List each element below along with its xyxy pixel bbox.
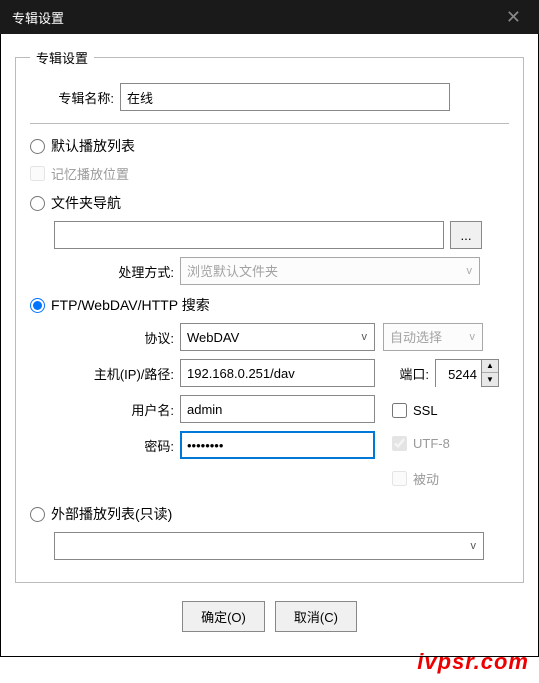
separator: [30, 123, 509, 124]
cancel-button[interactable]: 取消(C): [275, 601, 357, 632]
folder-nav-label: 文件夹导航: [51, 193, 121, 213]
user-label: 用户名:: [30, 400, 180, 419]
folder-nav-radio[interactable]: [30, 196, 45, 211]
external-playlist-radio[interactable]: [30, 507, 45, 522]
port-input[interactable]: [436, 360, 481, 388]
remember-position-checkbox: [30, 166, 45, 181]
ok-button[interactable]: 确定(O): [182, 601, 265, 632]
album-name-input[interactable]: [120, 83, 450, 111]
port-down-button[interactable]: ▼: [482, 373, 498, 386]
folder-path-input[interactable]: [54, 221, 444, 249]
method-label: 处理方式:: [30, 262, 180, 281]
port-up-button[interactable]: ▲: [482, 360, 498, 373]
passive-checkbox: [392, 471, 407, 486]
pass-label: 密码:: [30, 436, 180, 455]
protocol-select[interactable]: WebDAV: [180, 323, 375, 351]
close-icon[interactable]: ✕: [500, 7, 527, 28]
external-playlist-label: 外部播放列表(只读): [51, 504, 172, 524]
remember-position-label: 记忆播放位置: [51, 164, 129, 183]
remember-position-row: 记忆播放位置: [30, 164, 509, 183]
host-input[interactable]: [180, 359, 375, 387]
utf8-label: UTF-8: [413, 436, 450, 451]
user-input[interactable]: [180, 395, 375, 423]
passive-label: 被动: [413, 469, 439, 488]
default-playlist-radio[interactable]: [30, 139, 45, 154]
titlebar: 专辑设置 ✕: [0, 0, 539, 34]
pass-input[interactable]: [180, 431, 375, 459]
dialog-content: 专辑设置 专辑名称: 默认播放列表 记忆播放位置 文件夹导航 ... 处理方式:: [0, 34, 539, 657]
window-title: 专辑设置: [12, 8, 64, 27]
album-name-label: 专辑名称:: [30, 88, 120, 107]
fieldset-legend: 专辑设置: [30, 48, 94, 67]
ftp-radio[interactable]: [30, 298, 45, 313]
host-label: 主机(IP)/路径:: [30, 364, 180, 383]
protocol-label: 协议:: [30, 328, 180, 347]
utf8-checkbox: [392, 436, 407, 451]
ssl-label: SSL: [413, 403, 438, 418]
ssl-checkbox[interactable]: [392, 403, 407, 418]
port-spinner[interactable]: ▲ ▼: [435, 359, 499, 387]
external-select[interactable]: [54, 532, 484, 560]
default-playlist-label: 默认播放列表: [51, 136, 135, 156]
album-fieldset: 专辑设置 专辑名称: 默认播放列表 记忆播放位置 文件夹导航 ... 处理方式:: [15, 48, 524, 583]
auto-select: 自动选择: [383, 323, 483, 351]
browse-button[interactable]: ...: [450, 221, 482, 249]
ftp-section-label: FTP/WebDAV/HTTP 搜索: [51, 295, 210, 315]
method-select: 浏览默认文件夹: [180, 257, 480, 285]
port-label: 端口:: [383, 364, 435, 383]
